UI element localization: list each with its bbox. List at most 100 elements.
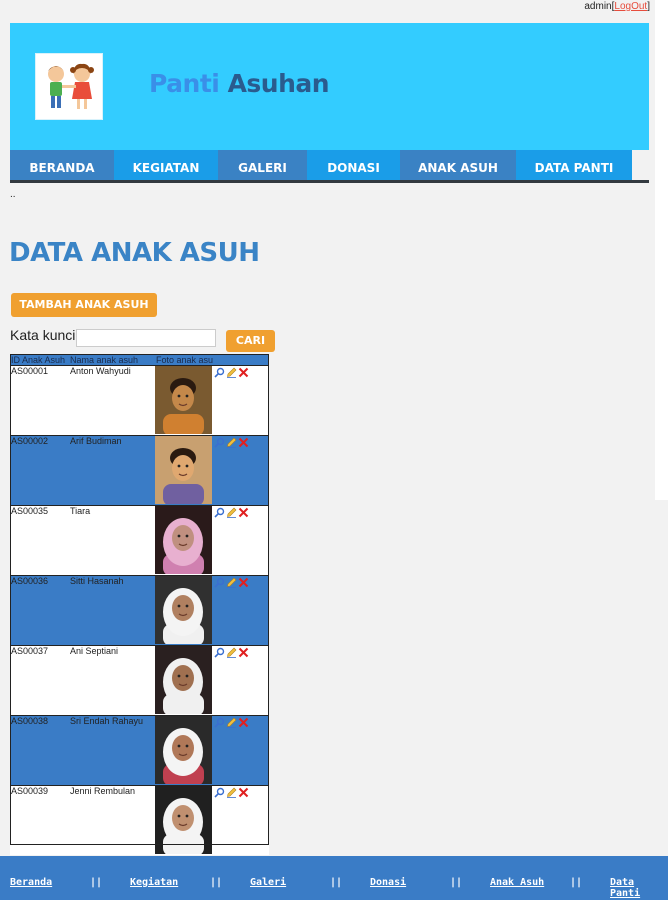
cell-id: AS00035 [10,505,69,576]
username: admin [584,1,612,12]
delete-icon[interactable] [238,647,249,658]
nav-kegiatan[interactable]: KEGIATAN [114,150,218,180]
children-logo[interactable] [35,53,103,120]
logout-link[interactable]: LogOut [614,1,647,12]
footer-nav: Beranda || Kegiatan || Galeri || Donasi … [0,856,668,900]
cell-id: AS00001 [10,365,69,436]
cell-actions [213,435,269,506]
footer-separator: || [90,877,103,888]
footer-link-anak-asuh[interactable]: Anak Asuh [490,877,544,888]
footer-link-kegiatan[interactable]: Kegiatan [130,877,178,888]
site-title-panti: Panti [149,69,220,98]
view-icon[interactable] [214,787,225,798]
footer-link-data-panti[interactable]: Data Panti [610,877,668,899]
cell-photo [155,505,213,576]
view-icon[interactable] [214,717,225,728]
view-icon[interactable] [214,647,225,658]
nav-data-panti[interactable]: DATA PANTI [516,150,632,180]
col-actions-header [213,354,269,366]
delete-icon[interactable] [238,507,249,518]
edit-icon[interactable] [226,437,237,448]
table-row: AS00001 Anton Wahyudi [10,365,269,436]
site-title: Panti Asuhan [149,69,330,98]
cell-photo [155,575,213,646]
user-bar: admin[LogOut] [584,1,650,12]
nav-beranda[interactable]: BERANDA [10,150,114,180]
col-name-header: Nama anak asuh [69,354,155,366]
cell-actions [213,575,269,646]
view-icon[interactable] [214,437,225,448]
cell-name: Ani Septiani [69,645,155,716]
edit-icon[interactable] [226,787,237,798]
child-photo [155,576,212,644]
site-title-asuhan: Asuhan [227,69,330,98]
footer-link-donasi[interactable]: Donasi [370,877,406,888]
view-icon[interactable] [214,367,225,378]
page-edge-strip [655,0,668,500]
cell-photo [155,785,213,855]
child-photo [155,366,212,434]
delete-icon[interactable] [238,437,249,448]
delete-icon[interactable] [238,717,249,728]
main-nav: BERANDA KEGIATAN GALERI DONASI ANAK ASUH… [10,150,649,183]
cell-name: Jenni Rembulan [69,785,155,855]
delete-icon[interactable] [238,577,249,588]
nav-galeri[interactable]: GALERI [218,150,307,180]
cell-id: AS00036 [10,575,69,646]
site-header: Panti Asuhan [10,23,649,150]
children-table: ID Anak Asuh Nama anak asuh Foto anak as… [10,354,269,855]
view-icon[interactable] [214,577,225,588]
cell-id: AS00037 [10,645,69,716]
table-header-row: ID Anak Asuh Nama anak asuh Foto anak as… [10,354,269,366]
search-input[interactable] [76,329,216,347]
footer-separator: || [450,877,463,888]
cell-photo [155,715,213,786]
cell-photo [155,365,213,436]
child-photo [155,506,212,574]
table-row: AS00037 Ani Septiani [10,645,269,716]
cell-id: AS00038 [10,715,69,786]
search-button[interactable]: CARI [226,330,275,352]
cell-actions [213,715,269,786]
child-photo [155,786,212,854]
child-photo [155,436,212,504]
breadcrumb: .. [10,189,16,200]
view-icon[interactable] [214,507,225,518]
search-label: Kata kunci: [10,327,80,343]
footer-link-galeri[interactable]: Galeri [250,877,286,888]
table-row: AS00035 Tiara [10,505,269,576]
delete-icon[interactable] [238,787,249,798]
footer-separator: || [330,877,343,888]
add-child-button[interactable]: TAMBAH ANAK ASUH [11,293,157,317]
edit-icon[interactable] [226,367,237,378]
cell-id: AS00002 [10,435,69,506]
table-row: AS00038 Sri Endah Rahayu [10,715,269,786]
edit-icon[interactable] [226,507,237,518]
cell-name: Anton Wahyudi [69,365,155,436]
cell-name: Sri Endah Rahayu [69,715,155,786]
nav-anak-asuh[interactable]: ANAK ASUH [400,150,516,180]
edit-icon[interactable] [226,647,237,658]
nav-donasi[interactable]: DONASI [307,150,400,180]
table-row: AS00002 Arif Budiman [10,435,269,506]
footer-separator: || [210,877,223,888]
footer-separator: || [570,877,583,888]
footer-link-beranda[interactable]: Beranda [10,877,52,888]
page-title: DATA ANAK ASUH [9,238,260,268]
cell-name: Arif Budiman [69,435,155,506]
cell-actions [213,505,269,576]
bracket-close: ] [647,1,650,12]
child-photo [155,716,212,784]
col-id-header: ID Anak Asuh [10,354,69,366]
cell-actions [213,645,269,716]
child-photo [155,646,212,714]
edit-icon[interactable] [226,717,237,728]
table-row: AS00036 Sitti Hasanah [10,575,269,646]
delete-icon[interactable] [238,367,249,378]
edit-icon[interactable] [226,577,237,588]
cell-photo [155,645,213,716]
col-photo-header: Foto anak asuh [155,354,213,366]
table-row: AS00039 Jenni Rembulan [10,785,269,855]
cell-actions [213,785,269,855]
cell-id: AS00039 [10,785,69,855]
